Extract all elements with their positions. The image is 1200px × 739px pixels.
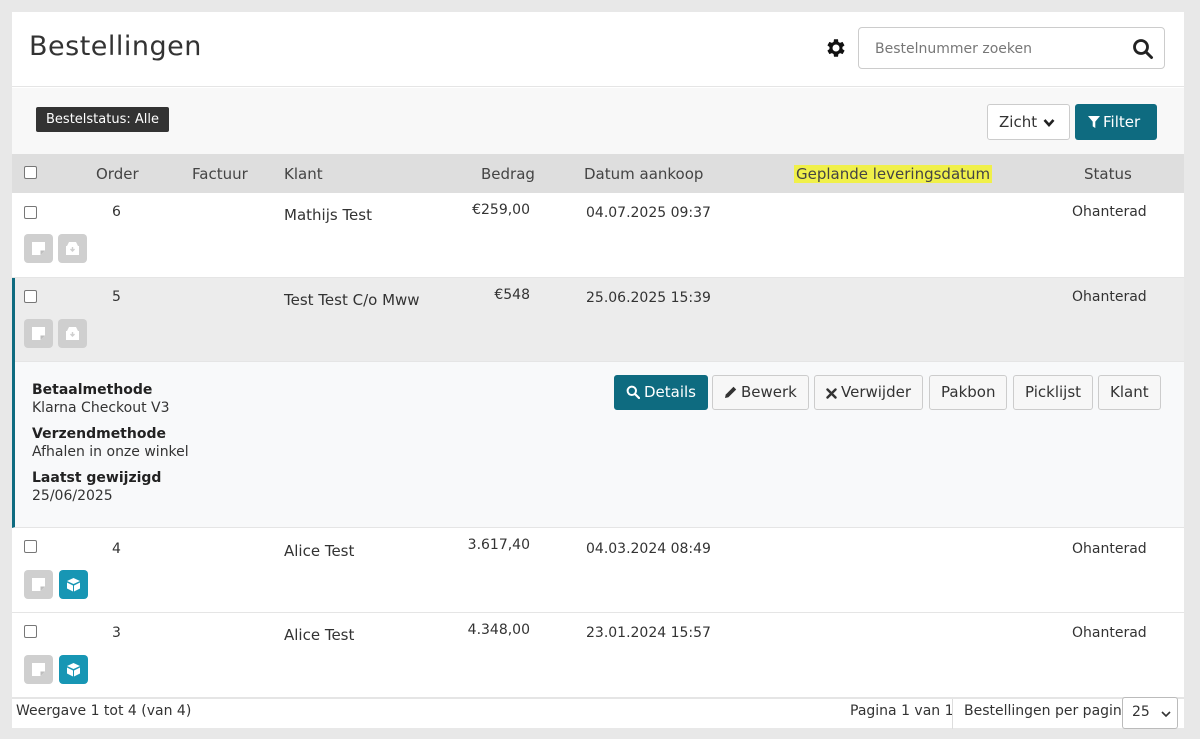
column-header-purchase-date[interactable]: Datum aankoop [584, 165, 703, 183]
orders-panel: Bestellingen Bestelstatus: Alle Zicht Fi… [12, 12, 1184, 729]
page-header: Bestellingen [12, 12, 1184, 87]
gear-icon[interactable] [824, 36, 848, 60]
divider [952, 699, 953, 729]
order-number: 6 [112, 204, 121, 220]
per-page-select[interactable]: 25 [1122, 697, 1178, 729]
payment-method-value: Klarna Checkout V3 [32, 400, 170, 416]
row-checkbox[interactable] [24, 206, 37, 219]
column-header-invoice[interactable]: Factuur [192, 165, 248, 183]
order-amount: 4.348,00 [467, 622, 530, 638]
shipping-method-label: Verzendmethode [32, 426, 166, 442]
customer-name: Alice Test [284, 542, 355, 560]
row-checkbox[interactable] [24, 625, 37, 638]
search-input[interactable] [875, 39, 1115, 59]
order-status: Ohanterad [1072, 289, 1147, 305]
order-amount: €548 [494, 287, 530, 303]
customer-button[interactable]: Klant [1098, 375, 1161, 410]
customer-name: Mathijs Test [284, 206, 372, 224]
chevron-down-icon [1043, 119, 1055, 127]
results-summary: Weergave 1 tot 4 (van 4) [16, 703, 192, 719]
box-icon[interactable] [58, 319, 87, 348]
view-label: Zicht [999, 113, 1038, 131]
box-icon[interactable] [58, 234, 87, 263]
chevron-down-icon [1161, 711, 1171, 718]
delete-button[interactable]: Verwijder [814, 375, 924, 410]
shipping-method-value: Afhalen in onze winkel [32, 444, 189, 460]
last-modified-value: 25/06/2025 [32, 488, 113, 504]
purchase-date: 04.07.2025 09:37 [586, 205, 711, 221]
note-icon[interactable] [24, 319, 53, 348]
close-icon [826, 388, 837, 399]
box-open-icon[interactable] [59, 655, 88, 684]
table-header: Order Factuur Klant Bedrag Datum aankoop… [12, 154, 1184, 193]
row-checkbox[interactable] [24, 540, 37, 553]
table-row[interactable]: 3 Alice Test 4.348,00 23.01.2024 15:57 O… [12, 613, 1184, 698]
pagination-footer: Weergave 1 tot 4 (van 4) Pagina 1 van 1 … [12, 697, 1184, 729]
order-status: Ohanterad [1072, 541, 1147, 557]
per-page-label: Bestellingen per pagina [964, 703, 1131, 719]
details-button[interactable]: Details [614, 375, 709, 410]
table-row[interactable]: 4 Alice Test 3.617,40 04.03.2024 08:49 O… [12, 528, 1184, 613]
packing-slip-button[interactable]: Pakbon [929, 375, 1008, 410]
search-icon[interactable] [1132, 38, 1154, 60]
status-filter-badge[interactable]: Bestelstatus: Alle [36, 107, 169, 132]
order-amount: €259,00 [472, 202, 530, 218]
column-header-customer[interactable]: Klant [284, 165, 323, 183]
order-number: 5 [112, 289, 121, 305]
table-row-selected[interactable]: 5 Test Test C/o Mww €548 25.06.2025 15:3… [12, 278, 1184, 362]
filter-bar: Bestelstatus: Alle Zicht Filter [12, 88, 1184, 154]
customer-name: Alice Test [284, 626, 355, 644]
funnel-icon [1088, 116, 1100, 128]
details-label: Details [644, 383, 697, 401]
order-status: Ohanterad [1072, 204, 1147, 220]
order-status: Ohanterad [1072, 625, 1147, 641]
purchase-date: 23.01.2024 15:57 [586, 625, 711, 641]
row-checkbox[interactable] [24, 290, 37, 303]
column-header-planned-delivery[interactable]: Geplande leveringsdatum [794, 165, 993, 183]
order-number: 4 [112, 541, 121, 557]
customer-name: Test Test C/o Mww [284, 291, 420, 309]
edit-button[interactable]: Bewerk [712, 375, 809, 410]
order-detail-panel: Betaalmethode Klarna Checkout V3 Verzend… [12, 362, 1184, 528]
selection-indicator [12, 278, 15, 362]
view-dropdown-button[interactable]: Zicht [987, 104, 1070, 140]
note-icon[interactable] [24, 570, 53, 599]
delete-label: Verwijder [841, 383, 912, 401]
order-amount: 3.617,40 [467, 537, 530, 553]
select-all-checkbox[interactable] [24, 166, 37, 179]
purchase-date: 04.03.2024 08:49 [586, 541, 711, 557]
page-indicator: Pagina 1 van 1 [850, 703, 954, 719]
pick-list-button[interactable]: Picklijst [1013, 375, 1094, 410]
note-icon[interactable] [24, 234, 53, 263]
edit-label: Bewerk [741, 383, 797, 401]
column-header-status[interactable]: Status [1084, 165, 1132, 183]
order-number: 3 [112, 625, 121, 641]
table-row[interactable]: 6 Mathijs Test €259,00 04.07.2025 09:37 … [12, 193, 1184, 278]
purchase-date: 25.06.2025 15:39 [586, 290, 711, 306]
last-modified-label: Laatst gewijzigd [32, 470, 162, 486]
page-title: Bestellingen [29, 31, 202, 62]
search-box [858, 27, 1165, 69]
box-open-icon[interactable] [59, 570, 88, 599]
note-icon[interactable] [24, 655, 53, 684]
per-page-value: 25 [1132, 704, 1150, 720]
column-header-amount[interactable]: Bedrag [481, 165, 535, 183]
search-icon [626, 385, 641, 400]
filter-label: Filter [1103, 113, 1141, 131]
column-header-order[interactable]: Order [96, 165, 139, 183]
payment-method-label: Betaalmethode [32, 382, 153, 398]
filter-button[interactable]: Filter [1075, 104, 1157, 140]
pencil-icon [725, 386, 737, 398]
